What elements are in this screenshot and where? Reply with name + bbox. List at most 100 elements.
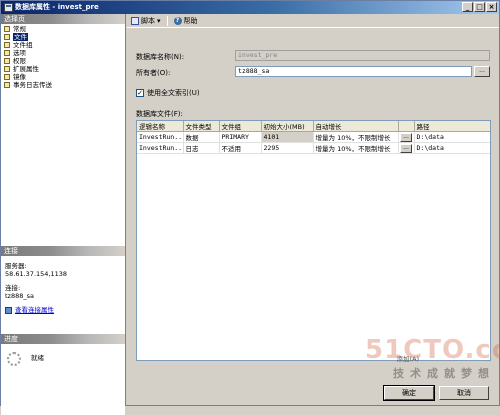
- column-header[interactable]: 初始大小(MB): [261, 121, 314, 132]
- site-watermark: 51CTO.com: [365, 335, 500, 365]
- page-label: 文件组: [13, 41, 33, 49]
- table-header-row: 逻辑名称 文件类型 文件组 初始大小(MB) 自动增长 路径: [137, 121, 490, 132]
- filegroup-cell: 不适用: [219, 142, 262, 154]
- page-icon: [4, 82, 10, 88]
- files-page-content: 数据库名称(N): invest_pre 所有者(O): tz888_sa ..…: [127, 28, 500, 405]
- progress-panel: 就绪: [1, 344, 125, 415]
- fulltext-checkbox[interactable]: ✓: [136, 89, 144, 97]
- page-label: 扩展属性: [13, 65, 39, 73]
- autogrowth-browse-button[interactable]: ...: [400, 143, 412, 153]
- minimize-button[interactable]: _: [462, 2, 473, 12]
- db-files-grid[interactable]: 逻辑名称 文件类型 文件组 初始大小(MB) 自动增长 路径 InvestRun…: [136, 120, 491, 361]
- page-icon: [4, 42, 10, 48]
- fulltext-option[interactable]: ✓ 使用全文索引(U): [136, 88, 200, 98]
- column-header: [398, 121, 415, 132]
- page-label: 文件: [13, 33, 28, 41]
- autogrowth-browse-button[interactable]: ...: [400, 132, 412, 142]
- autogrowth-browse-cell: ...: [398, 131, 415, 143]
- page-item-files[interactable]: 文件: [1, 33, 125, 41]
- owner-field[interactable]: tz888_sa: [235, 66, 472, 77]
- database-icon: [4, 3, 13, 12]
- database-properties-window: 数据库属性 - invest_pre _ □ × 选择页 常规 文件 文件组 选…: [0, 0, 500, 415]
- server-label: 服务器:: [5, 262, 27, 270]
- db-files-table: 逻辑名称 文件类型 文件组 初始大小(MB) 自动增长 路径 InvestRun…: [137, 121, 490, 154]
- page-icon: [4, 58, 10, 64]
- table-row[interactable]: InvestRun... 数据 PRIMARY 4101 增量为 10%，不限制…: [137, 131, 490, 143]
- page-icon: [4, 50, 10, 56]
- page-icon: [4, 66, 10, 72]
- table-row[interactable]: InvestRun... 日志 不适用 2295 增量为 10%，不限制增长 .…: [137, 142, 490, 154]
- help-label: 帮助: [183, 16, 198, 25]
- script-icon: [131, 16, 139, 25]
- path-cell[interactable]: D:\data: [414, 142, 490, 154]
- owner-label: 所有者(O):: [136, 69, 171, 77]
- page-item-permissions[interactable]: 权限: [1, 57, 125, 65]
- window-controls: _ □ ×: [462, 2, 497, 12]
- db-name-field: invest_pre: [235, 50, 490, 61]
- spinner-icon: [7, 352, 21, 366]
- chevron-down-icon: ▾: [157, 16, 161, 25]
- page-item-extended-properties[interactable]: 扩展属性: [1, 65, 125, 73]
- file-type-cell: 数据: [183, 131, 220, 143]
- column-header[interactable]: 文件组: [219, 121, 262, 132]
- column-header[interactable]: 路径: [414, 121, 490, 132]
- link-label: 查看连接属性: [15, 306, 54, 314]
- toolbar: 脚本 ▾ ? 帮助: [127, 14, 499, 28]
- help-icon: ?: [173, 16, 182, 25]
- autogrowth-cell: 增量为 10%，不限制增长: [313, 131, 399, 143]
- page-label: 事务日志传送: [13, 81, 52, 89]
- path-cell[interactable]: D:\data: [414, 131, 490, 143]
- page-label: 常规: [13, 25, 26, 33]
- owner-browse-button[interactable]: ...: [474, 66, 490, 77]
- watermark-logo: 51CTO.com: [365, 335, 500, 365]
- view-connection-properties-link[interactable]: 查看连接属性: [5, 306, 121, 314]
- maximize-button[interactable]: □: [474, 2, 485, 12]
- progress-header: 进度: [1, 334, 125, 344]
- right-pane: 脚本 ▾ ? 帮助 数据库名称(N): invest_pre 所有者(O): t…: [127, 14, 500, 405]
- page-item-general[interactable]: 常规: [1, 25, 125, 33]
- initial-size-cell[interactable]: 2295: [261, 142, 314, 154]
- connection-icon: [5, 306, 12, 314]
- logical-name-cell[interactable]: InvestRun...: [137, 142, 184, 154]
- page-icon: [4, 26, 10, 32]
- autogrowth-browse-cell: ...: [398, 142, 415, 154]
- help-button[interactable]: ? 帮助: [172, 15, 200, 27]
- ok-button[interactable]: 确定: [383, 385, 435, 401]
- close-button[interactable]: ×: [486, 2, 497, 12]
- server-value: 58.61.37.154,1138: [5, 270, 68, 278]
- toolbar-separator: [166, 15, 168, 26]
- progress-status: 就绪: [31, 354, 44, 362]
- page-list: 常规 文件 文件组 选项 权限 扩展属性 镜像 事务日志传送: [1, 24, 125, 246]
- autogrowth-cell: 增量为 10%，不限制增长: [313, 142, 399, 154]
- filegroup-cell: PRIMARY: [219, 131, 262, 143]
- fulltext-label: 使用全文索引(U): [147, 89, 200, 97]
- watermark-tagline: 技术成就梦想: [393, 367, 495, 380]
- cancel-button[interactable]: 取消: [439, 386, 489, 400]
- connection-panel: 服务器: 58.61.37.154,1138 连接: tz888_sa 查看连接…: [1, 256, 125, 334]
- page-label: 选项: [13, 49, 26, 57]
- connection-value: tz888_sa: [5, 292, 34, 300]
- select-page-header: 选择页: [1, 14, 125, 24]
- column-header[interactable]: 逻辑名称: [137, 121, 184, 132]
- title-bar: 数据库属性 - invest_pre _ □ ×: [1, 1, 499, 14]
- script-button[interactable]: 脚本 ▾: [129, 15, 163, 27]
- column-header[interactable]: 文件类型: [183, 121, 220, 132]
- connection-header: 连接: [1, 246, 125, 256]
- connection-label: 连接:: [5, 284, 21, 292]
- db-name-label: 数据库名称(N):: [136, 53, 185, 61]
- page-item-mirroring[interactable]: 镜像: [1, 73, 125, 81]
- page-item-filegroups[interactable]: 文件组: [1, 41, 125, 49]
- initial-size-cell[interactable]: 4101: [261, 131, 314, 143]
- page-item-log-shipping[interactable]: 事务日志传送: [1, 81, 125, 89]
- dialog-buttons: 确定 取消: [383, 385, 489, 401]
- db-files-label: 数据库文件(F):: [136, 110, 183, 118]
- logical-name-cell[interactable]: InvestRun...: [137, 131, 184, 143]
- column-header[interactable]: 自动增长: [313, 121, 399, 132]
- left-pane: 选择页 常规 文件 文件组 选项 权限 扩展属性 镜像 事务日志传送 连接 服务…: [1, 14, 126, 415]
- page-label: 权限: [13, 57, 26, 65]
- file-type-cell: 日志: [183, 142, 220, 154]
- page-icon: [4, 34, 10, 40]
- page-item-options[interactable]: 选项: [1, 49, 125, 57]
- script-label: 脚本: [141, 16, 155, 25]
- page-icon: [4, 74, 10, 80]
